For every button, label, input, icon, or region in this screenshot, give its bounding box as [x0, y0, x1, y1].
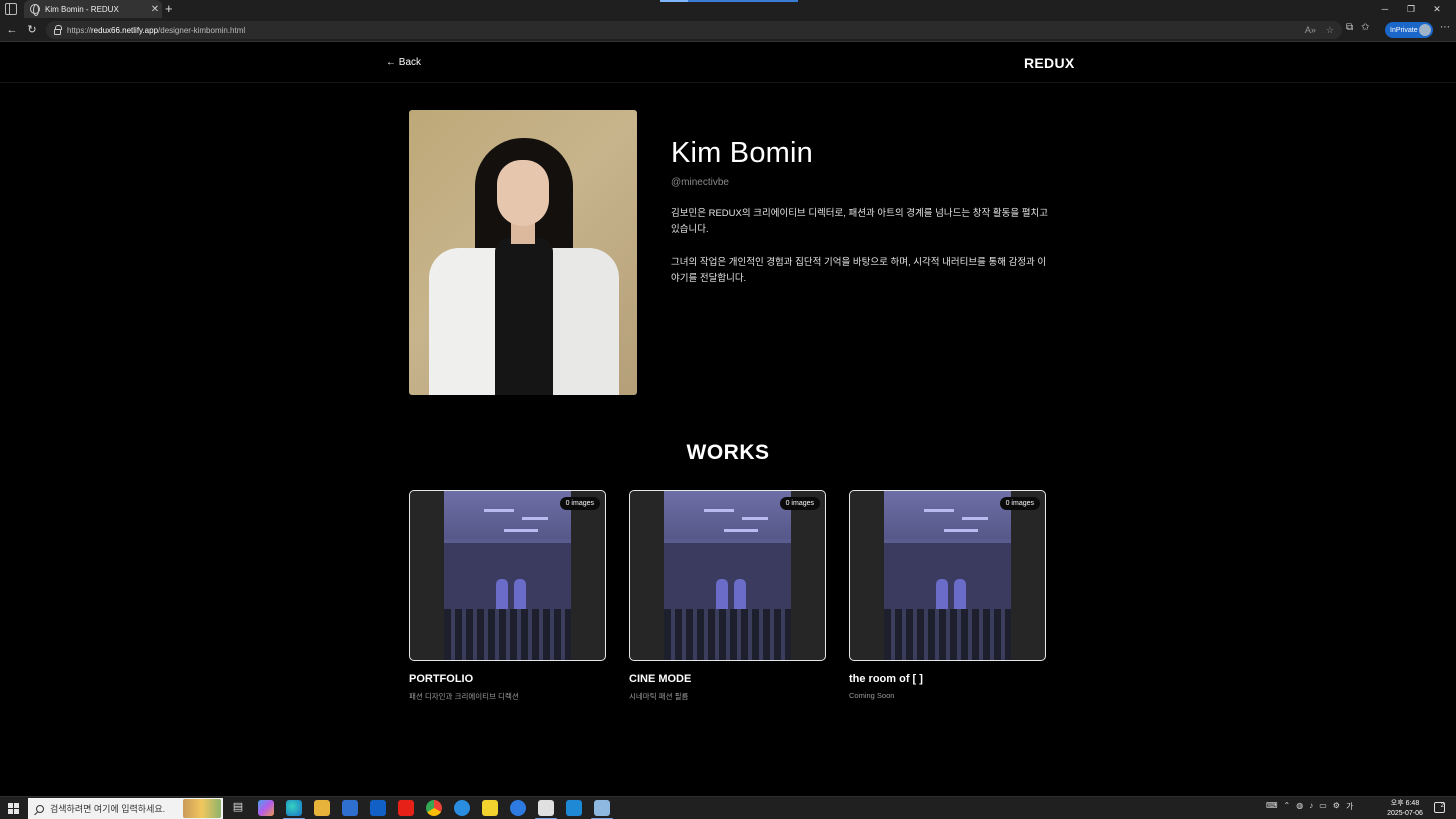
bio-paragraph: 김보민은 REDUX의 크리에이티브 디렉터로, 패션과 아트의 경계를 넘나드…	[671, 208, 1048, 235]
work-card-cine-mode[interactable]: 0 images	[629, 490, 826, 661]
taskbar-search[interactable]: 검색하려면 여기에 입력하세요.	[28, 798, 223, 819]
network-icon[interactable]: ◍	[1296, 801, 1303, 812]
work-card-the-room-of[interactable]: 0 images	[849, 490, 1046, 661]
edge-browser-icon[interactable]	[283, 800, 305, 819]
back-arrow-icon[interactable]: ←	[4, 22, 20, 38]
profile-handle: @minectivbe	[671, 177, 729, 188]
work-title[interactable]: the room of [ ]	[849, 673, 923, 685]
tab-close-button[interactable]: ✕	[148, 4, 162, 15]
tab-actions-icon[interactable]	[5, 3, 17, 15]
work-thumbnail	[664, 491, 791, 660]
taskbar: 검색하려면 여기에 입력하세요. ▤ ⌨ ⌃ ◍ ♪ ▭ ⚙ 가 오후 6:48…	[0, 796, 1456, 819]
read-aloud-icon[interactable]: A»	[1305, 22, 1316, 38]
work-title[interactable]: PORTFOLIO	[409, 673, 473, 685]
refresh-icon[interactable]: ↻	[24, 22, 40, 38]
site-header: ← Back REDUX	[0, 43, 1456, 83]
extensions-icon[interactable]: ⧉	[1346, 22, 1353, 33]
avatar	[1419, 24, 1431, 36]
snipping-tool-icon[interactable]	[535, 800, 557, 819]
taskbar-clock[interactable]: 오후 6:48 2025-07-06	[1380, 799, 1430, 819]
back-link[interactable]: ← Back	[386, 57, 421, 68]
inprivate-badge[interactable]: InPrivate	[1385, 22, 1433, 38]
favorite-star-icon[interactable]: ☆	[1326, 22, 1334, 38]
minimize-button[interactable]: ─	[1372, 4, 1398, 14]
favorites-icon[interactable]: ✩	[1361, 22, 1369, 33]
chrome-icon[interactable]	[426, 800, 442, 816]
globe-icon	[30, 4, 40, 16]
new-tab-button[interactable]: +	[165, 1, 173, 17]
clock-date: 2025-07-06	[1387, 810, 1423, 817]
url-text[interactable]: https://redux66.netlify.app/designer-kim…	[67, 26, 245, 35]
internet-explorer-icon[interactable]	[454, 800, 470, 816]
system-tray: ⌨ ⌃ ◍ ♪ ▭ ⚙ 가	[1266, 801, 1353, 812]
work-title[interactable]: CINE MODE	[629, 673, 691, 685]
web-page: ← Back REDUX Kim Bomin @minectivbe 김보민은 …	[0, 43, 1456, 796]
works-heading: WORKS	[686, 441, 770, 464]
browser-tab[interactable]: Kim Bomin - REDUX ✕	[24, 0, 162, 18]
profile-photo	[409, 110, 637, 395]
clock-time: 오후 6:48	[1390, 800, 1420, 807]
inprivate-label: InPrivate	[1390, 26, 1418, 34]
keyboard-icon[interactable]: ⌨	[1266, 801, 1278, 812]
search-placeholder: 검색하려면 여기에 입력하세요.	[50, 804, 166, 814]
windows-start-icon[interactable]	[8, 803, 19, 814]
store-icon[interactable]	[342, 800, 358, 816]
display-icon[interactable]: ▭	[1319, 801, 1327, 812]
sticky-notes-icon[interactable]	[482, 800, 498, 816]
search-highlight-image	[183, 799, 221, 818]
chevron-up-icon[interactable]: ⌃	[1284, 801, 1291, 812]
work-subtitle: Coming Soon	[849, 691, 895, 700]
app-icon[interactable]	[510, 800, 526, 816]
notepad-icon[interactable]	[591, 800, 613, 819]
drag-indicator	[660, 0, 798, 2]
profile-name: Kim Bomin	[671, 137, 813, 169]
image-count-badge: 0 images	[779, 497, 820, 510]
address-bar[interactable]: https://redux66.netlify.app/designer-kim…	[46, 21, 1342, 39]
file-explorer-icon[interactable]	[314, 800, 330, 816]
work-card-portfolio[interactable]: 0 images	[409, 490, 606, 661]
image-count-badge: 0 images	[559, 497, 600, 510]
task-view-icon[interactable]: ▤	[230, 800, 246, 816]
brand-logo[interactable]: REDUX	[1024, 55, 1075, 71]
work-subtitle: 패션 디자인과 크리에이티브 디렉션	[409, 692, 519, 701]
work-subtitle: 시네마틱 패션 필름	[629, 692, 689, 701]
more-options-icon[interactable]: ⋯	[1440, 22, 1450, 33]
outlook-icon[interactable]	[370, 800, 386, 816]
close-window-button[interactable]: ✕	[1424, 4, 1450, 15]
work-thumbnail	[884, 491, 1011, 660]
address-bar-icons: A» ☆	[1305, 22, 1334, 38]
toolbar-icons: ⧉ ✩	[1346, 22, 1370, 33]
search-icon	[36, 804, 44, 813]
vscode-icon[interactable]	[566, 800, 582, 816]
copilot-icon[interactable]	[258, 800, 274, 816]
browser-toolbar: ← ↻ https://redux66.netlify.app/designer…	[0, 18, 1456, 42]
notification-icon[interactable]: 2	[1434, 802, 1445, 813]
volume-icon[interactable]: ♪	[1309, 801, 1313, 812]
tab-title: Kim Bomin - REDUX	[45, 4, 119, 14]
window-controls: ─ ❐ ✕	[1372, 0, 1450, 18]
work-thumbnail	[444, 491, 571, 660]
youtube-icon[interactable]	[398, 800, 414, 816]
image-count-badge: 0 images	[999, 497, 1040, 510]
bio-paragraph: 그녀의 작업은 개인적인 경험과 집단적 기억을 바탕으로 하며, 시각적 내러…	[671, 257, 1047, 284]
restore-button[interactable]: ❐	[1398, 4, 1424, 15]
browser-tab-bar: Kim Bomin - REDUX ✕ + ─ ❐ ✕	[0, 0, 1456, 18]
settings-icon[interactable]: ⚙	[1333, 801, 1340, 812]
language-icon[interactable]: 가	[1346, 801, 1353, 812]
lock-icon[interactable]	[54, 24, 62, 35]
